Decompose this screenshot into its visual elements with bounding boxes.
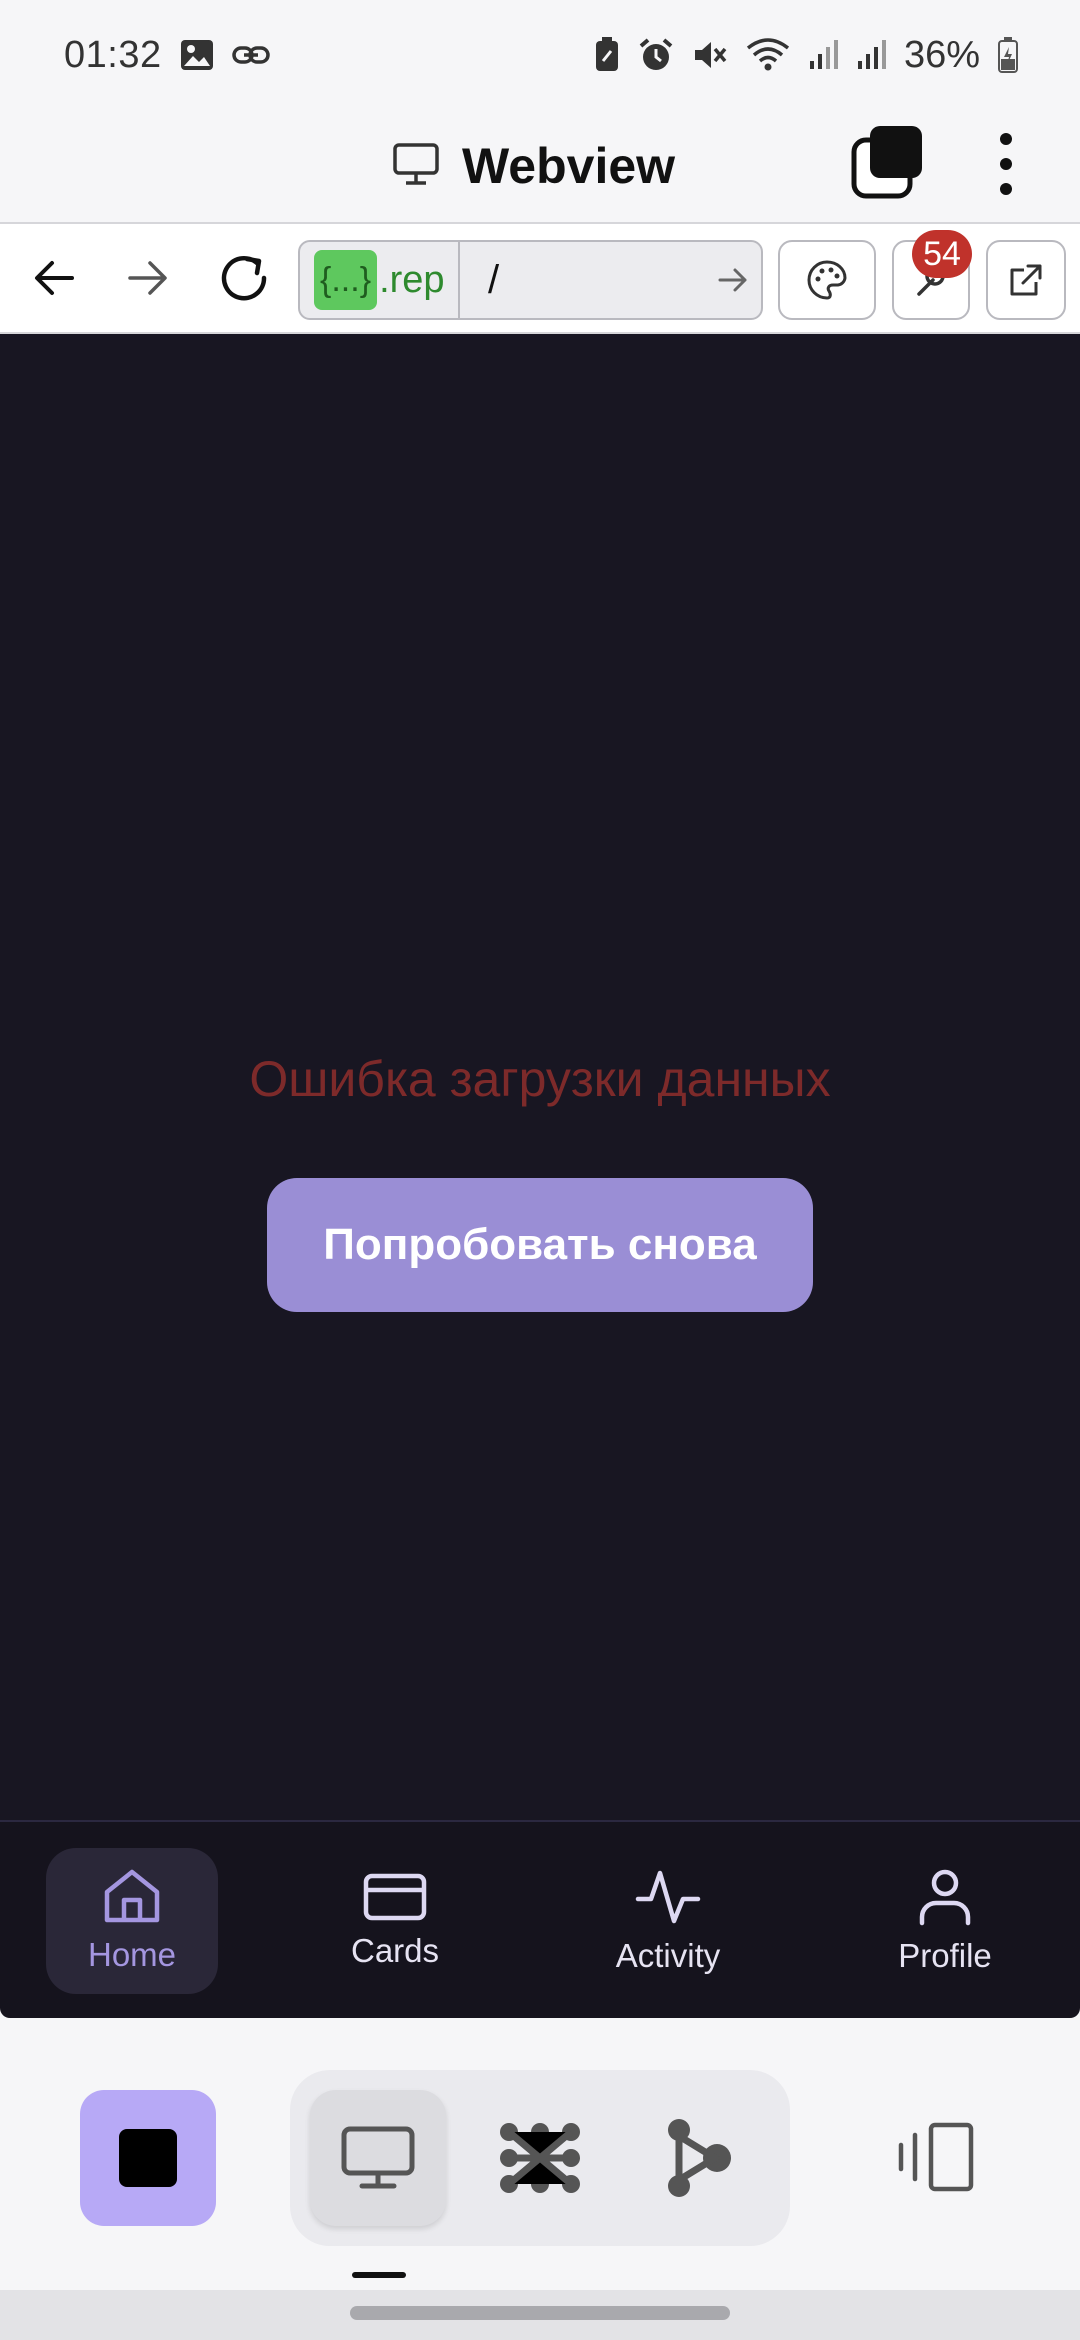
wifi-icon	[746, 38, 790, 72]
go-arrow-icon	[718, 268, 747, 292]
status-left: 01:32	[64, 34, 270, 77]
webview-content: Ошибка загрузки данных Попробовать снова	[0, 334, 1080, 1820]
device-frame-icon	[898, 2122, 974, 2192]
nav-item-profile[interactable]: Profile	[862, 1848, 1028, 1994]
view-graph-button[interactable]	[632, 2090, 768, 2226]
device-rotate-button[interactable]	[880, 2102, 990, 2212]
nav-item-home[interactable]: Home	[46, 1848, 218, 1994]
signal-2-icon	[856, 39, 886, 71]
image-notification-icon	[180, 39, 214, 71]
activity-icon	[635, 1870, 701, 1924]
theme-button[interactable]	[778, 240, 876, 320]
signal-1-icon	[808, 39, 838, 71]
url-path-input[interactable]: /	[460, 258, 705, 303]
notification-count-badge: 54	[912, 230, 972, 278]
arrow-left-icon	[35, 261, 74, 295]
bottom-nav: Home Cards Activity Profile	[0, 1820, 1080, 2018]
home-gesture-bar[interactable]	[350, 2306, 730, 2320]
tabs-button[interactable]	[850, 124, 930, 204]
nav-label-cards: Cards	[350, 1932, 440, 1969]
monitor-icon	[392, 142, 440, 191]
nav-label-home: Home	[87, 1936, 177, 1973]
tabs-icon	[851, 126, 922, 199]
nav-label-profile: Profile	[898, 1937, 992, 1974]
selected-view-indicator	[352, 2272, 406, 2278]
title-wrap: Webview	[392, 130, 675, 202]
url-go-button[interactable]	[705, 266, 761, 294]
open-external-button[interactable]	[986, 240, 1066, 320]
status-right: 36%	[594, 34, 1018, 77]
view-network-button[interactable]	[472, 2090, 608, 2226]
url-bar[interactable]: {...} .rep /	[298, 240, 763, 320]
reload-button[interactable]	[212, 246, 276, 310]
overflow-menu-button[interactable]	[976, 124, 1036, 204]
back-button[interactable]	[22, 246, 86, 310]
app-header: Webview	[0, 110, 1080, 222]
stop-icon	[119, 2129, 177, 2187]
battery-percent: 36%	[903, 33, 980, 76]
card-icon	[363, 1873, 427, 1921]
home-icon	[104, 1869, 160, 1923]
monitor-icon	[341, 2126, 415, 2189]
mute-icon	[692, 38, 728, 72]
external-link-icon	[1010, 264, 1042, 296]
forward-button[interactable]	[116, 246, 180, 310]
battery-icon	[998, 37, 1018, 73]
error-message: Ошибка загрузки данных	[249, 1051, 831, 1107]
more-vertical-icon	[1000, 133, 1012, 195]
page-title: Webview	[462, 138, 676, 194]
url-host-suffix: .rep	[379, 258, 445, 301]
view-mode-selector	[290, 2070, 790, 2246]
arrow-right-icon	[128, 261, 167, 295]
nav-item-cards[interactable]: Cards	[310, 1848, 480, 1994]
nav-label-activity: Activity	[615, 1937, 721, 1974]
stop-button[interactable]	[80, 2090, 216, 2226]
battery-saver-icon	[594, 37, 620, 73]
browser-toolbar: {...} .rep / 54	[0, 222, 1080, 334]
status-bar: 01:32 36%	[0, 0, 1080, 110]
link-notification-icon	[231, 43, 270, 67]
nav-item-activity[interactable]: Activity	[578, 1848, 758, 1994]
url-host-badge: {...}	[314, 250, 378, 310]
graph-node-icon	[668, 2119, 731, 2197]
palette-icon	[807, 260, 847, 300]
profile-icon	[919, 1869, 971, 1926]
view-webview-button[interactable]	[310, 2090, 446, 2226]
status-time: 01:32	[64, 33, 162, 76]
reload-icon	[221, 255, 267, 301]
url-host: {...} .rep	[300, 242, 460, 318]
alarm-icon	[638, 37, 674, 73]
retry-button[interactable]: Попробовать снова	[267, 1178, 813, 1312]
network-dots-icon	[500, 2123, 580, 2193]
